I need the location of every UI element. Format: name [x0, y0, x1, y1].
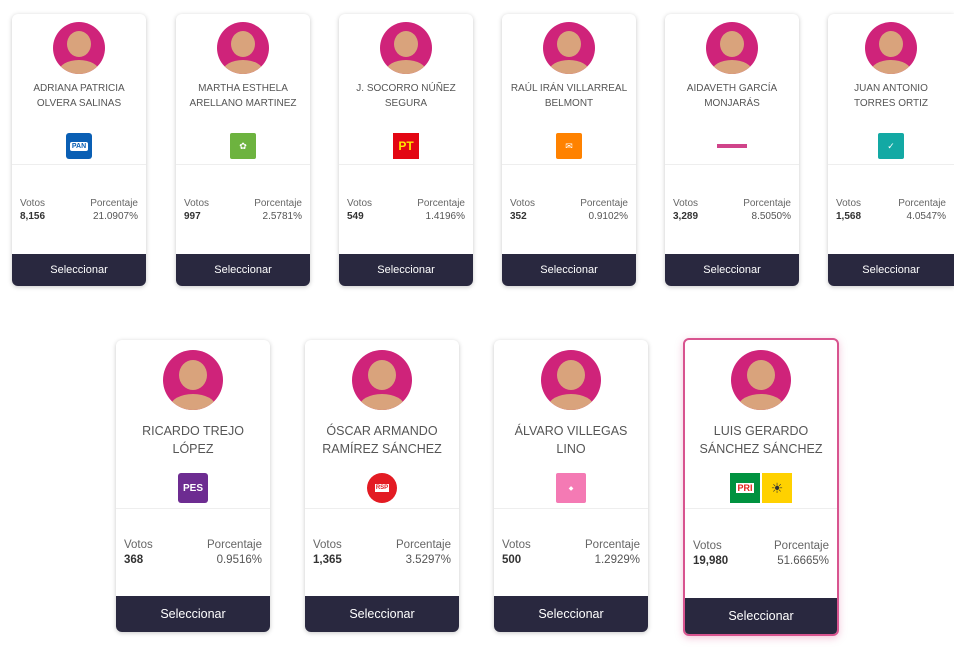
- avatar-icon: [217, 22, 269, 74]
- select-button[interactable]: Seleccionar: [828, 254, 954, 286]
- avatar-icon: [706, 22, 758, 74]
- votes-value: 368: [124, 554, 144, 566]
- candidate-name: AIDAVETH GARCÍA MONJARÁS: [686, 83, 778, 109]
- candidate-card: ÁLVARO VILLEGAS LINO ◆ Votos 500 Porcenta…: [494, 340, 648, 632]
- votes-value: 19,980: [693, 555, 729, 567]
- candidate-card: AIDAVETH GARCÍA MONJARÁS Votos 3,289 Porc…: [665, 14, 799, 286]
- select-button[interactable]: Seleccionar: [685, 598, 837, 634]
- votes-label: Votos: [20, 197, 46, 209]
- candidate-name: LUIS GERARDO SÁNCHEZ SÁNCHEZ: [699, 424, 823, 457]
- candidate-name: JUAN ANTONIO TORRES ORTIZ: [853, 83, 929, 109]
- morena-logo-icon: [717, 144, 747, 148]
- select-button[interactable]: Seleccionar: [502, 254, 636, 286]
- votes-label: Votos: [836, 197, 862, 209]
- percentage-label: Porcentaje: [585, 539, 640, 551]
- candidate-card: JUAN ANTONIO TORRES ORTIZ ✓ Votos 1,568 P…: [828, 14, 954, 286]
- candidate-card: RAÚL IRÁN VILLARREAL BELMONT ✉ Votos 352 …: [502, 14, 636, 286]
- avatar-icon: [543, 22, 595, 74]
- candidate-card: ÓSCAR ARMANDO RAMÍREZ SÁNCHEZ RSP Votos 1…: [305, 340, 459, 632]
- candidate-name: MARTHA ESTHELA ARELLANO MARTINEZ: [189, 83, 297, 109]
- candidate-name: ÁLVARO VILLEGAS LINO: [514, 424, 628, 457]
- votes-value: 8,156: [20, 210, 46, 222]
- candidate-card: J. SOCORRO NÚÑEZ SEGURA PT Votos 549 Porc…: [339, 14, 473, 286]
- candidate-card-selected: LUIS GERARDO SÁNCHEZ SÁNCHEZ PRI ☀ Votos…: [683, 338, 839, 636]
- votes-value: 500: [502, 554, 522, 566]
- candidate-card: RICARDO TREJO LÓPEZ PES Votos 368 Porcent…: [116, 340, 270, 632]
- pan-logo-icon: PAN: [66, 133, 92, 159]
- pvem-logo-icon: ✿: [230, 133, 256, 159]
- votes-label: Votos: [124, 539, 153, 551]
- percentage-value: 2.5781%: [262, 210, 302, 222]
- votes-label: Votos: [313, 539, 342, 551]
- percentage-value: 21.0907%: [92, 210, 138, 222]
- avatar-icon: [731, 350, 791, 410]
- votes-label: Votos: [347, 197, 373, 209]
- percentage-label: Porcentaje: [90, 197, 138, 209]
- candidate-card: MARTHA ESTHELA ARELLANO MARTINEZ ✿ Votos…: [176, 14, 310, 286]
- nueva-alianza-logo-icon: ✓: [878, 133, 904, 159]
- avatar-icon: [865, 22, 917, 74]
- prd-logo-icon: ☀: [762, 473, 792, 503]
- percentage-label: Porcentaje: [743, 197, 791, 209]
- percentage-value: 1.2929%: [594, 554, 640, 566]
- percentage-value: 0.9516%: [216, 554, 262, 566]
- avatar-icon: [53, 22, 105, 74]
- select-button[interactable]: Seleccionar: [116, 596, 270, 632]
- candidate-card: ADRIANA PATRICIA OLVERA SALINAS PAN Voto…: [12, 14, 146, 286]
- votes-value: 352: [510, 210, 527, 222]
- candidate-name: RAÚL IRÁN VILLARREAL BELMONT: [510, 83, 628, 109]
- select-button[interactable]: Seleccionar: [305, 596, 459, 632]
- candidate-name: J. SOCORRO NÚÑEZ SEGURA: [356, 83, 456, 109]
- votes-label: Votos: [510, 197, 536, 209]
- avatar-icon: [380, 22, 432, 74]
- percentage-label: Porcentaje: [207, 539, 262, 551]
- percentage-label: Porcentaje: [254, 197, 302, 209]
- percentage-label: Porcentaje: [396, 539, 451, 551]
- votes-label: Votos: [184, 197, 210, 209]
- coalition-logos: PRI ☀: [685, 468, 837, 508]
- percentage-label: Porcentaje: [774, 540, 829, 552]
- movimiento-ciudadano-logo-icon: ✉: [556, 133, 582, 159]
- percentage-label: Porcentaje: [580, 197, 628, 209]
- avatar-icon: [163, 350, 223, 410]
- rsp-logo-icon: RSP: [367, 473, 397, 503]
- votes-label: Votos: [502, 539, 531, 551]
- percentage-value: 1.4196%: [425, 210, 465, 222]
- select-button[interactable]: Seleccionar: [339, 254, 473, 286]
- pri-logo-icon: PRI: [730, 473, 760, 503]
- percentage-value: 0.9102%: [588, 210, 628, 222]
- votes-value: 3,289: [673, 210, 699, 222]
- candidate-name: ÓSCAR ARMANDO RAMÍREZ SÁNCHEZ: [322, 424, 442, 457]
- percentage-label: Porcentaje: [417, 197, 465, 209]
- percentage-value: 4.0547%: [906, 210, 946, 222]
- percentage-label: Porcentaje: [898, 197, 946, 209]
- votes-value: 549: [347, 210, 364, 222]
- votes-label: Votos: [673, 197, 699, 209]
- fuerza-por-mexico-logo-icon: ◆: [556, 473, 586, 503]
- votes-value: 1,568: [836, 210, 862, 222]
- candidate-name: ADRIANA PATRICIA OLVERA SALINAS: [33, 83, 125, 109]
- percentage-value: 3.5297%: [405, 554, 451, 566]
- pt-logo-icon: PT: [393, 133, 419, 159]
- percentage-value: 51.6665%: [777, 555, 829, 567]
- select-button[interactable]: Seleccionar: [12, 254, 146, 286]
- percentage-value: 8.5050%: [751, 210, 791, 222]
- select-button[interactable]: Seleccionar: [665, 254, 799, 286]
- select-button[interactable]: Seleccionar: [494, 596, 648, 632]
- pes-logo-icon: PES: [178, 473, 208, 503]
- votes-value: 997: [184, 210, 201, 222]
- select-button[interactable]: Seleccionar: [176, 254, 310, 286]
- avatar-icon: [541, 350, 601, 410]
- votes-label: Votos: [693, 540, 722, 552]
- avatar-icon: [352, 350, 412, 410]
- votes-value: 1,365: [313, 554, 342, 566]
- candidate-name: RICARDO TREJO LÓPEZ: [142, 424, 244, 457]
